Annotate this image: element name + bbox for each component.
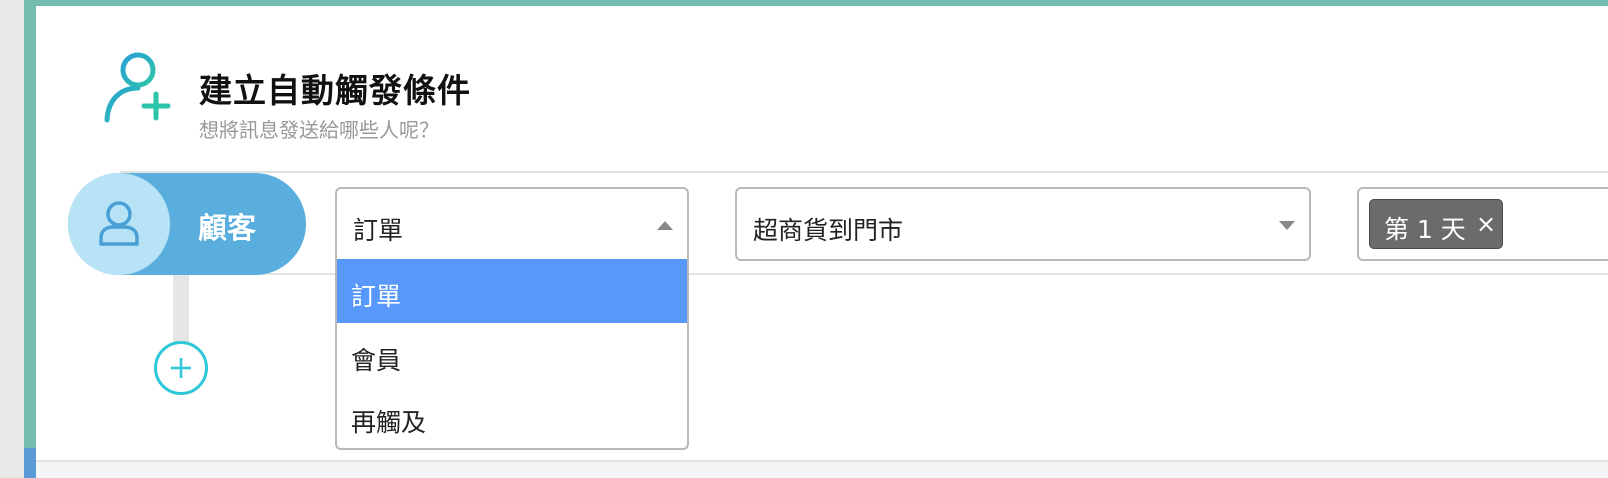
user-plus-icon bbox=[104, 52, 171, 123]
condition-connector bbox=[173, 275, 189, 345]
dropdown-option-order[interactable]: 訂單 bbox=[337, 259, 687, 323]
audience-label: 顧客 bbox=[198, 211, 257, 245]
day-tag: 第 1 天 × bbox=[1369, 199, 1503, 249]
condition-subtype-select[interactable]: 超商貨到門市 bbox=[735, 187, 1311, 261]
condition-type-dropdown: 訂單 會員 再觸及 bbox=[335, 259, 689, 450]
page-subtitle: 想將訊息發送給哪些人呢？ bbox=[199, 118, 439, 142]
caret-down-icon bbox=[1279, 221, 1295, 230]
page-title: 建立自動觸發條件 bbox=[199, 71, 471, 110]
plus-icon bbox=[171, 358, 191, 378]
panel-corner-accent bbox=[24, 448, 36, 478]
day-tag-label: 第 1 天 bbox=[1384, 215, 1466, 244]
condition-subtype-value: 超商貨到門市 bbox=[753, 216, 904, 245]
remove-tag-icon[interactable]: × bbox=[1476, 210, 1496, 238]
window-left-edge bbox=[0, 0, 24, 478]
panel-bottom-border bbox=[24, 460, 1608, 478]
add-condition-button[interactable] bbox=[154, 341, 208, 395]
user-icon bbox=[99, 201, 139, 246]
dropdown-option-member[interactable]: 會員 bbox=[337, 323, 687, 387]
dropdown-option-retarget[interactable]: 再觸及 bbox=[337, 385, 687, 449]
condition-type-value: 訂單 bbox=[353, 216, 404, 245]
condition-type-select[interactable]: 訂單 bbox=[335, 187, 689, 261]
caret-up-icon bbox=[657, 221, 673, 230]
